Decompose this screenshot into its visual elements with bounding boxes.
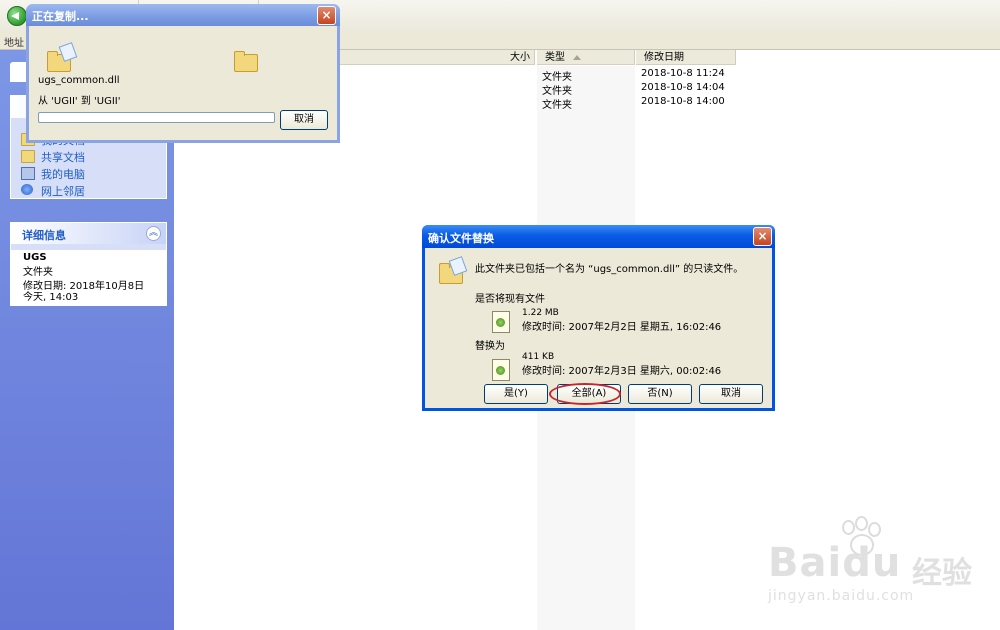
watermark-brand: Baidu (768, 540, 901, 586)
existing-file-icon (492, 311, 510, 333)
details-header[interactable]: 详细信息 ︽ (11, 223, 166, 244)
cancel-button[interactable]: 取消 (699, 384, 763, 404)
watermark-brand-cn: 经验 (912, 556, 972, 591)
collapse-chevron-icon[interactable]: ︽ (146, 226, 161, 241)
link-label: 我的电脑 (41, 168, 85, 181)
copy-dialog-titlebar[interactable]: 正在复制... × (26, 4, 340, 26)
details-title: 详细信息 (22, 229, 66, 242)
copy-progress-bar (38, 112, 275, 123)
copy-cancel-button[interactable]: 取消 (280, 110, 328, 130)
replace-message: 此文件夹已包括一个名为 “ugs_common.dll” 的只读文件。 (475, 264, 744, 275)
copy-route: 从 'UGII' 到 'UGII' (38, 96, 121, 107)
sort-ascending-icon (573, 54, 581, 60)
no-button[interactable]: 否(N) (628, 384, 692, 404)
replace-dialog-titlebar[interactable]: 确认文件替换 × (422, 225, 775, 248)
details-time: 今天, 14:03 (23, 292, 79, 303)
close-icon[interactable]: × (317, 6, 336, 25)
column-size-label: 大小 (510, 52, 530, 63)
network-icon (21, 184, 33, 195)
computer-icon (21, 167, 35, 180)
column-type-label: 类型 (545, 52, 565, 63)
replace-with-label: 替换为 (475, 341, 505, 352)
details-body: UGS 文件夹 修改日期: 2018年10月8日 今天, 14:03 (11, 250, 166, 305)
row-modified: 2018-10-8 14:00 (641, 96, 725, 107)
row-modified: 2018-10-8 11:24 (641, 68, 725, 79)
details-panel: 详细信息 ︽ UGS 文件夹 修改日期: 2018年10月8日 今天, 14:0… (10, 222, 167, 306)
new-file-modified: 修改时间: 2007年2月3日 星期六, 00:02:46 (522, 366, 722, 377)
replace-dialog-title: 确认文件替换 (428, 232, 494, 245)
close-icon[interactable]: × (753, 227, 772, 246)
copy-progress-dialog: 正在复制... × ugs_common.dll 从 'UGII' 到 'UGI… (26, 4, 340, 143)
folder-icon (21, 150, 35, 163)
existing-file-size: 1.22 MB (522, 308, 559, 318)
row-type: 文件夹 (542, 100, 572, 111)
copy-filename: ugs_common.dll (38, 75, 120, 86)
column-header-modified[interactable]: 修改日期 (636, 50, 736, 65)
details-name: UGS (23, 252, 47, 263)
column-header-type[interactable]: 类型 (537, 50, 635, 65)
copy-dialog-title: 正在复制... (32, 10, 89, 23)
link-label: 网上邻居 (41, 185, 85, 198)
destination-folder-icon (234, 51, 258, 72)
highlight-ring-annotation (549, 383, 621, 405)
row-type: 文件夹 (542, 86, 572, 97)
yes-button[interactable]: 是(Y) (484, 384, 548, 404)
new-file-icon (492, 359, 510, 381)
back-arrow-icon[interactable] (7, 6, 27, 26)
details-kind: 文件夹 (23, 267, 53, 278)
address-label: 地址 (4, 38, 24, 49)
watermark-brand-part2: du (842, 540, 902, 586)
existing-file-modified: 修改时间: 2007年2月2日 星期五, 16:02:46 (522, 322, 722, 333)
row-type: 文件夹 (542, 72, 572, 83)
column-modified-label: 修改日期 (644, 52, 684, 63)
row-modified: 2018-10-8 14:04 (641, 82, 725, 93)
link-label: 共享文档 (41, 151, 85, 164)
replace-question: 是否将现有文件 (475, 294, 545, 305)
new-file-size: 411 KB (522, 352, 555, 362)
watermark-url: jingyan.baidu.com (768, 588, 915, 604)
watermark-brand-part1: Bai (768, 540, 843, 586)
